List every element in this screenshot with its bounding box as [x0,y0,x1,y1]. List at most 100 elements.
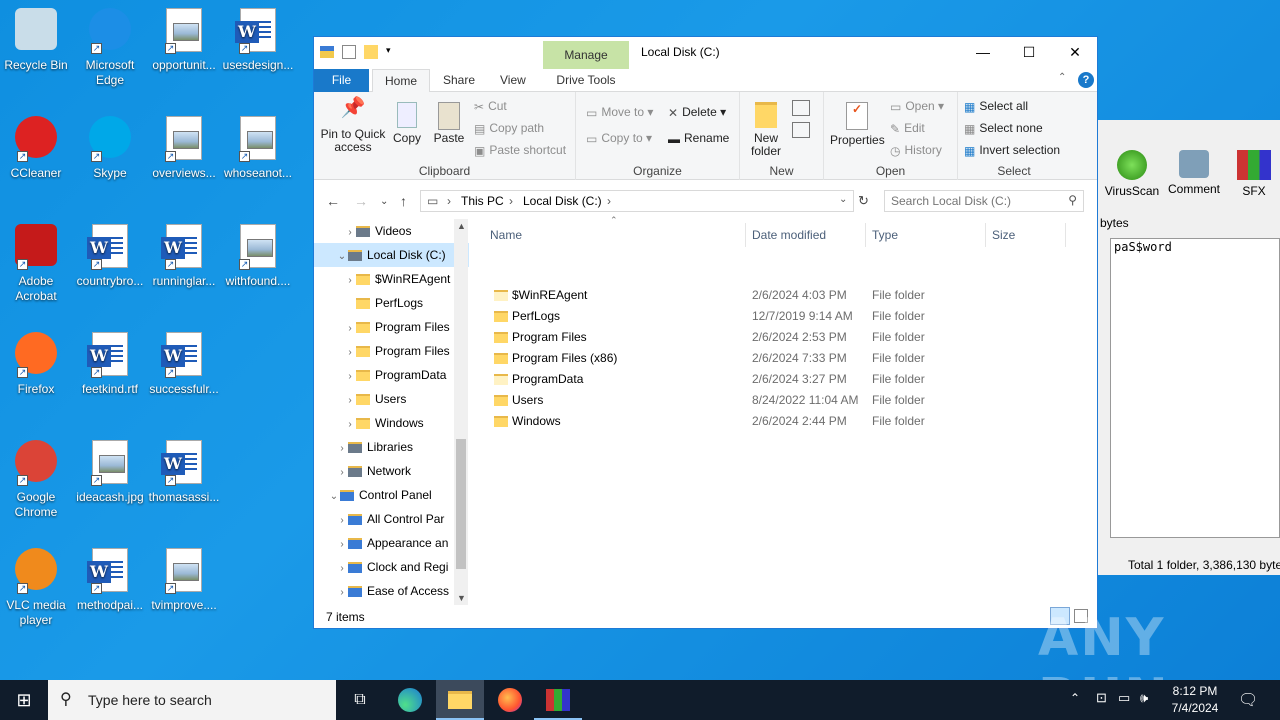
network-icon[interactable]: ⊡ [1096,690,1107,706]
chevron-right-icon[interactable]: › [336,533,348,557]
paste-shortcut-button[interactable]: ▣ Paste shortcut [474,140,566,160]
sfx-button[interactable]: SFX [1224,150,1280,198]
scroll-thumb[interactable] [456,439,466,569]
copy-button[interactable]: Copy [392,102,422,145]
new-folder-qat-icon[interactable] [364,45,378,59]
chevron-right-icon[interactable]: › [344,269,356,293]
nav-item[interactable]: › Appearance an [314,531,469,555]
nav-item[interactable]: › Videos [314,219,469,243]
chevron-right-icon[interactable]: › [344,221,356,245]
desktop-icon[interactable]: ↗ feetkind.rtf [72,332,148,397]
desktop-icon[interactable]: ↗ countrybro... [72,224,148,289]
tab-home[interactable]: Home [372,69,431,93]
battery-icon[interactable]: ▭ [1118,690,1130,706]
address-dropdown-icon[interactable]: ⌄ [839,194,847,205]
new-folder-button[interactable]: New folder [748,102,784,158]
show-hidden-icons[interactable]: ⌃ [1070,691,1080,705]
file-row[interactable]: PerfLogs 12/7/2019 9:14 AM File folder [488,306,1078,327]
volume-icon[interactable]: 🕪 [1140,690,1148,706]
chevron-right-icon[interactable]: › [336,509,348,533]
comment-pane[interactable] [1110,238,1280,538]
virusscan-button[interactable]: VirusScan [1102,150,1162,198]
desktop-icon[interactable]: ↗ methodpai... [72,548,148,613]
desktop-icon[interactable]: ↗ VLC media player [0,548,74,628]
delete-button[interactable]: ✕ Delete ▾ [668,102,726,122]
desktop-icon[interactable]: ↗ runninglar... [146,224,222,289]
desktop-icon[interactable]: ↗ Adobe Acrobat [0,224,74,304]
scroll-up-icon[interactable]: ▲ [457,221,466,231]
desktop-icon[interactable]: ↗ ideacash.jpg [72,440,148,505]
chevron-down-icon[interactable]: ⌄ [328,485,340,509]
nav-item[interactable]: › Program Files [314,315,469,339]
file-row[interactable]: $WinREAgent 2/6/2024 4:03 PM File folder [488,285,1078,306]
forward-button[interactable]: → [354,193,368,209]
maximize-button[interactable]: ☐ [1006,37,1052,67]
pin-quick-access-button[interactable]: 📌 Pin to Quick access [318,98,388,154]
rename-button[interactable]: ▬ Rename [668,128,729,148]
notifications-icon[interactable]: 🗨 [1238,690,1258,710]
start-button[interactable]: ⊞ [0,680,48,720]
chevron-right-icon[interactable]: › [344,389,356,413]
easy-access-icon[interactable] [792,122,810,138]
search-box[interactable]: ⚲ [884,190,1084,212]
new-item-icon[interactable] [792,100,810,116]
copy-path-button[interactable]: ▤ Copy path [474,118,544,138]
desktop-icon[interactable]: ↗ overviews... [146,116,222,181]
address-bar[interactable]: ▭ › This PC › Local Disk (C:) › ⌄ [420,190,854,212]
nav-item[interactable]: › Network [314,459,469,483]
desktop-icon[interactable]: ↗ usesdesign... [220,8,296,73]
breadcrumb-this-pc[interactable]: This PC [461,194,504,208]
recent-locations-button[interactable]: ⌄ [380,196,388,207]
file-row[interactable]: ProgramData 2/6/2024 3:27 PM File folder [488,369,1078,390]
nav-item[interactable]: ⌄ Local Disk (C:) [314,243,469,267]
task-view-button[interactable]: ⧉ [336,680,384,720]
nav-item[interactable]: ⌄ Control Panel [314,483,469,507]
file-row[interactable]: Program Files (x86) 2/6/2024 7:33 PM File … [488,348,1078,369]
desktop-icon[interactable]: ↗ tvimprove.... [146,548,222,613]
history-button[interactable]: ◷ History [890,140,942,160]
column-type[interactable]: Type [866,223,986,247]
minimize-button[interactable]: — [960,37,1006,67]
column-date-modified[interactable]: Date modified [746,223,866,247]
nav-item[interactable]: › Ease of Access [314,579,469,603]
taskbar-search[interactable]: ⚲ Type here to search [48,680,336,720]
search-input[interactable] [891,191,1061,211]
close-button[interactable]: ✕ [1052,37,1098,67]
nav-item[interactable]: › Clock and Regi [314,555,469,579]
desktop-icon[interactable]: ↗ successfulr... [146,332,222,397]
chevron-right-icon[interactable]: › [344,341,356,365]
desktop-icon[interactable]: ↗ opportunit... [146,8,222,73]
clock[interactable]: 8:12 PM 7/4/2024 [1164,683,1226,717]
file-row[interactable]: Windows 2/6/2024 2:44 PM File folder [488,411,1078,432]
tab-drive-tools[interactable]: Drive Tools [543,69,629,92]
chevron-right-icon[interactable]: › [344,365,356,389]
invert-selection-button[interactable]: ▦ Invert selection [964,140,1060,160]
desktop-icon[interactable]: ↗ Firefox [0,332,74,397]
taskbar-firefox-button[interactable] [486,680,534,720]
tab-file[interactable]: File [314,69,369,92]
copy-to-button[interactable]: ▭ Copy to ▾ [586,128,652,148]
up-button[interactable]: ↑ [400,193,407,209]
tab-share[interactable]: Share [431,69,487,92]
desktop-icon[interactable]: ↗ Skype [72,116,148,181]
nav-item[interactable]: › Program Files [314,339,469,363]
properties-qat-icon[interactable] [342,45,356,59]
nav-item[interactable]: › Users [314,387,469,411]
tab-manage[interactable]: Manage [543,41,629,69]
nav-item[interactable]: › All Control Par [314,507,469,531]
comment-button[interactable]: Comment [1164,150,1224,196]
taskbar-winrar-button[interactable] [534,680,582,720]
move-to-button[interactable]: ▭ Move to ▾ [586,102,653,122]
chevron-right-icon[interactable]: › [344,317,356,341]
desktop-icon[interactable]: ↗ Microsoft Edge [72,8,148,88]
cut-button[interactable]: ✂ Cut [474,96,507,116]
column-size[interactable]: Size [986,223,1066,247]
customize-qat-icon[interactable]: ▾ [386,45,396,59]
nav-item[interactable]: › $WinREAgent [314,267,469,291]
desktop-icon[interactable]: ↗ Google Chrome [0,440,74,520]
paste-button[interactable]: Paste [432,102,466,145]
chevron-right-icon[interactable]: › [336,437,348,461]
nav-scrollbar[interactable]: ▲ ▼ [454,219,468,605]
column-name[interactable]: Name [484,223,746,247]
chevron-right-icon[interactable]: › [336,581,348,605]
